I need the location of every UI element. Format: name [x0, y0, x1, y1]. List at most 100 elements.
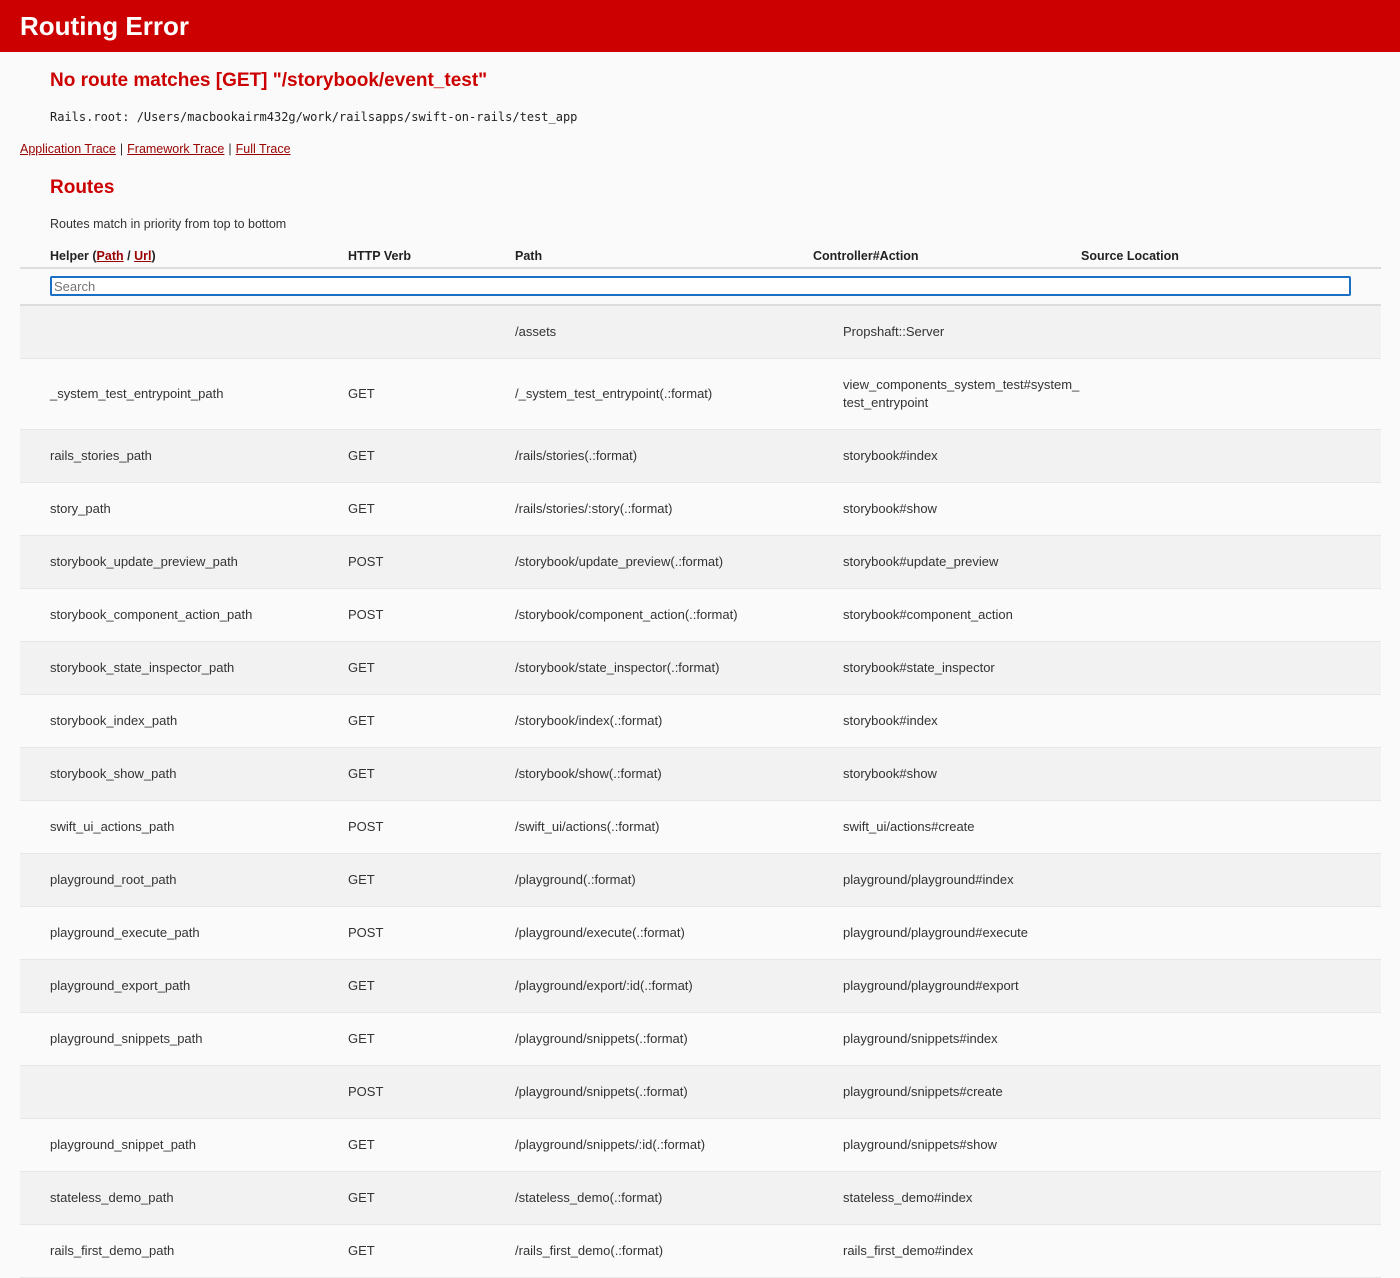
- routes-title: Routes: [50, 177, 115, 198]
- route-helper: rails_first_demo_path: [50, 1242, 175, 1258]
- route-helper: storybook_update_preview_path: [50, 553, 238, 569]
- application-trace-link[interactable]: Application Trace: [20, 142, 116, 156]
- framework-trace-link[interactable]: Framework Trace: [127, 142, 224, 156]
- route-action: storybook#component_action: [843, 606, 1013, 622]
- helper-url-link[interactable]: Url: [134, 249, 151, 263]
- route-action: playground/playground#export: [843, 977, 1019, 993]
- route-source: [1081, 694, 1381, 747]
- full-trace-link[interactable]: Full Trace: [236, 142, 291, 156]
- route-row: playground_export_path GET/playground/exp…: [20, 959, 1381, 1012]
- route-action: playground/snippets#create: [843, 1083, 1003, 1099]
- route-row: rails_first_demo_path GET/rails_first_dem…: [20, 1224, 1381, 1277]
- route-row: _system_test_entrypoint_path GET /_system_…: [20, 358, 1381, 429]
- route-source: [1081, 800, 1381, 853]
- route-path: /playground/snippets(.:format): [515, 1030, 688, 1046]
- route-action: playground/snippets#show: [843, 1136, 997, 1152]
- route-source: [1081, 1171, 1381, 1224]
- route-verb: GET: [348, 500, 375, 516]
- route-source: [1081, 641, 1381, 694]
- route-path: /storybook/update_preview(.:format): [515, 553, 724, 569]
- main-content: No route matches [GET] "/storybook/event…: [0, 52, 1400, 1278]
- route-row: storybook_state_inspector_path GET/storyb…: [20, 641, 1381, 694]
- route-source: [1081, 588, 1381, 641]
- route-verb: POST: [348, 606, 384, 622]
- route-verb: GET: [348, 1030, 375, 1046]
- route-verb: GET: [348, 712, 375, 728]
- route-helper: swift_ui_actions_path: [50, 818, 175, 834]
- route-source: [1081, 305, 1381, 358]
- page-title: Routing Error: [20, 10, 189, 41]
- route-action: Propshaft::Server: [843, 323, 945, 339]
- routes-note: Routes match in priority from top to bot…: [50, 217, 287, 231]
- route-verb: GET: [348, 977, 375, 993]
- route-helper: storybook_show_path: [50, 765, 177, 781]
- route-source: [1081, 747, 1381, 800]
- route-helper: stateless_demo_path: [50, 1189, 174, 1205]
- error-message: No route matches [GET] "/storybook/event…: [50, 70, 488, 91]
- route-helper: [20, 1065, 348, 1118]
- route-helper: playground_export_path: [50, 977, 191, 993]
- search-input[interactable]: [50, 276, 1351, 296]
- route-action: rails_first_demo#index: [843, 1242, 974, 1258]
- route-helper: [20, 305, 348, 358]
- rails-root: Rails.root: /Users/macbookairm432g/work/…: [50, 110, 578, 124]
- trace-separator: |: [119, 142, 124, 156]
- route-row: storybook_index_path GET/storybook/index(…: [20, 694, 1381, 747]
- route-path: /swift_ui/actions(.:format): [515, 818, 660, 834]
- route-helper: playground_snippets_path: [50, 1030, 203, 1046]
- route-verb: GET: [348, 1189, 375, 1205]
- route-path: /storybook/state_inspector(.:format): [515, 659, 720, 675]
- trace-separator: |: [228, 142, 232, 156]
- route-source: [1081, 429, 1381, 482]
- route-source: [1081, 358, 1381, 429]
- helper-path-link[interactable]: Path: [97, 249, 124, 263]
- route-source: [1081, 1065, 1381, 1118]
- route-row: storybook_update_preview_path POST/storyb…: [20, 535, 1381, 588]
- route-helper: playground_execute_path: [50, 924, 200, 940]
- route-path: /storybook/show(.:format): [515, 765, 662, 781]
- route-verb: GET: [348, 765, 375, 781]
- route-path: /playground/snippets/:id(.:format): [515, 1136, 706, 1152]
- route-path: /stateless_demo(.:format): [515, 1189, 663, 1205]
- verb-column-header: HTTP Verb: [348, 247, 515, 269]
- route-path: /_system_test_entrypoint(.:format): [515, 385, 713, 401]
- helper-header-slash: /: [123, 248, 135, 263]
- route-source: [1081, 482, 1381, 535]
- route-verb: GET: [348, 385, 375, 401]
- route-action: storybook#show: [843, 500, 937, 516]
- route-verb: POST: [348, 553, 384, 569]
- route-action: storybook#state_inspector: [843, 659, 995, 675]
- route-verb: GET: [348, 871, 375, 887]
- route-verb: POST: [348, 818, 384, 834]
- route-path: /rails/stories(.:format): [515, 447, 638, 463]
- route-path: /playground/execute(.:format): [515, 924, 685, 940]
- route-path: /playground/export/:id(.:format): [515, 977, 693, 993]
- route-path: /playground/snippets(.:format): [515, 1083, 688, 1099]
- route-row: storybook_component_action_path POST/stor…: [20, 588, 1381, 641]
- route-helper: storybook_component_action_path: [50, 606, 253, 622]
- search-row: [20, 268, 1381, 306]
- route-path: /rails/stories/:story(.:format): [515, 500, 673, 516]
- route-verb: [348, 305, 515, 358]
- route-row: storybook_show_path GET/storybook/show(.:…: [20, 747, 1381, 800]
- route-row: playground_snippet_path GET/playground/sn…: [20, 1118, 1381, 1171]
- trace-links: Application Trace | Framework Trace | Full T…: [20, 142, 1380, 156]
- route-source: [1081, 906, 1381, 959]
- route-verb: GET: [348, 447, 375, 463]
- path-column-header: Path: [515, 247, 813, 269]
- route-helper: playground_snippet_path: [50, 1136, 197, 1152]
- route-action: view_components_system_test#system_test_…: [843, 376, 1080, 410]
- routes-body: /assets Propshaft::Server_system_test_ent…: [20, 268, 1381, 1277]
- route-helper: storybook_state_inspector_path: [50, 659, 235, 675]
- route-path: /assets: [515, 323, 557, 339]
- route-action: playground/playground#execute: [843, 924, 1029, 940]
- route-row: swift_ui_actions_path POST/swift_ui/actio…: [20, 800, 1381, 853]
- source-column-header: Source Location: [1081, 247, 1381, 269]
- route-helper: playground_root_path: [50, 871, 177, 887]
- route-action: playground/playground#index: [843, 871, 1014, 887]
- helper-column-header: Helper (Path / Url): [20, 247, 348, 269]
- route-verb: GET: [348, 1242, 375, 1258]
- route-verb: GET: [348, 1136, 375, 1152]
- route-source: [1081, 1224, 1381, 1277]
- route-action: stateless_demo#index: [843, 1189, 973, 1205]
